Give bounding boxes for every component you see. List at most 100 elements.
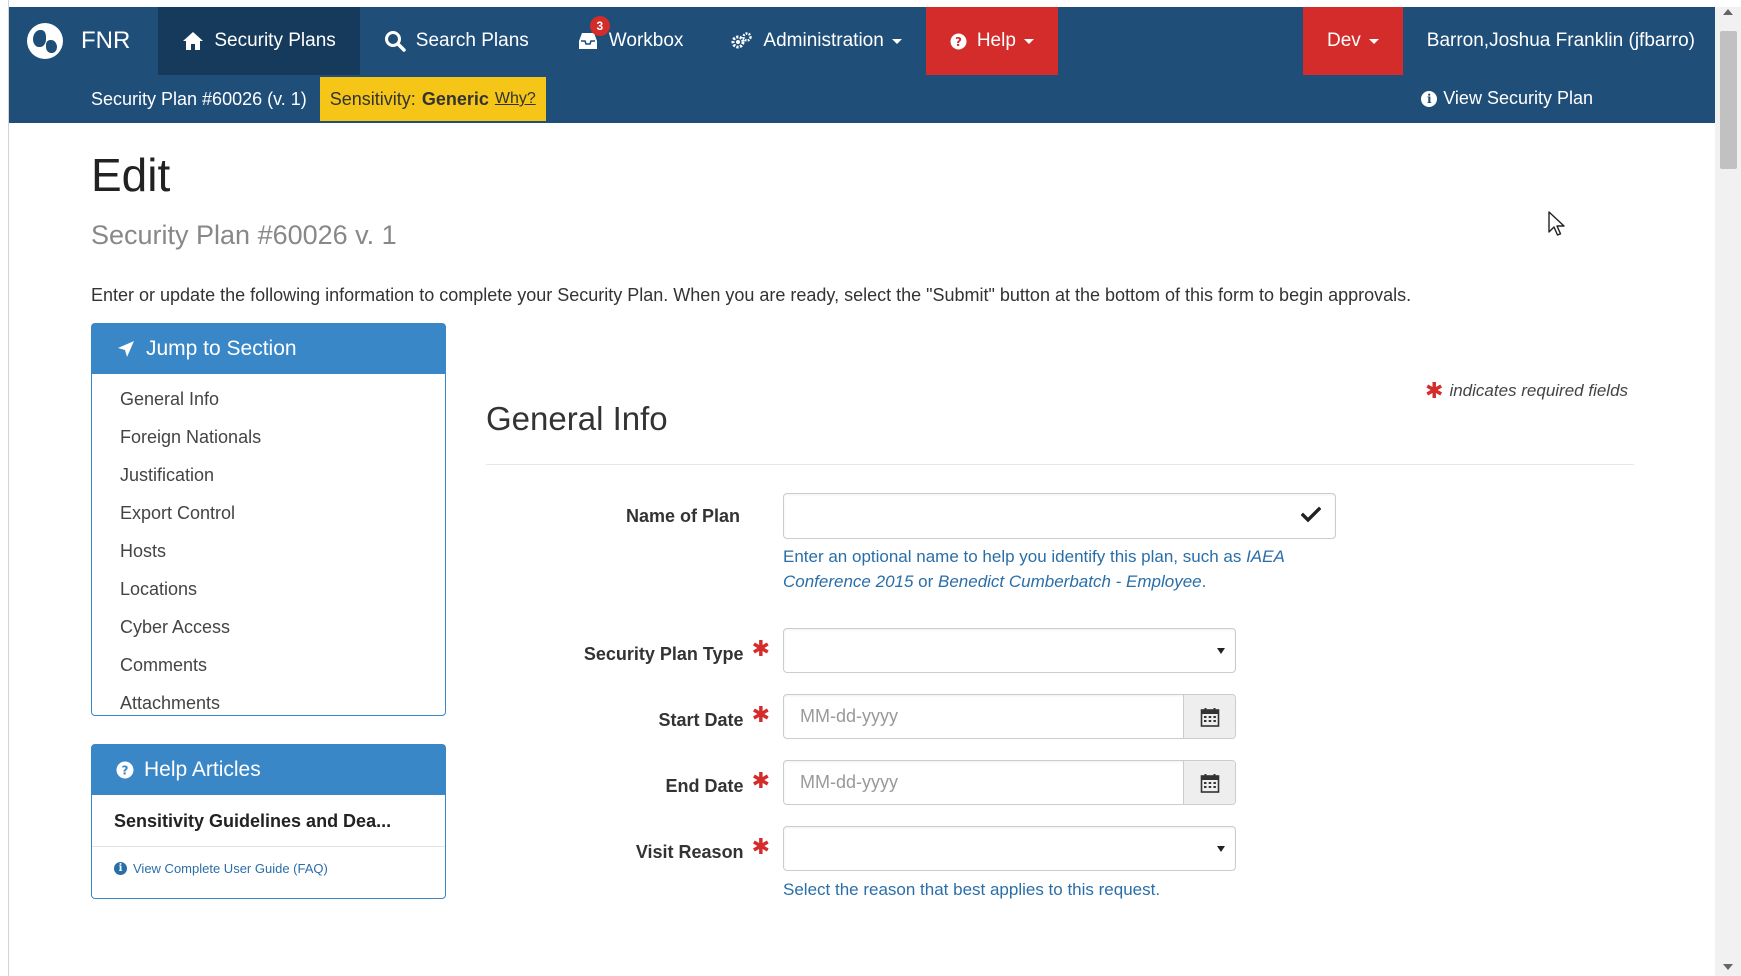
page-intro: Enter or update the following informatio… [91,285,1412,305]
nav-help[interactable]: ? Help [925,7,1058,75]
view-security-plan-label: View Security Plan [1443,88,1593,108]
start-date-label-text: Start Date [658,710,744,730]
name-hint-or: or [913,572,938,591]
nav-workbox-label: Workbox [608,30,684,51]
start-date-input[interactable] [784,695,1184,738]
section-link-justification[interactable]: Justification [92,456,445,494]
nav-security-plans[interactable]: Security Plans [158,7,360,75]
visit-reason-label: Visit Reason ✱ [550,834,770,864]
workbox-count-badge: 3 [589,16,610,36]
section-link-export-control[interactable]: Export Control [92,494,445,532]
required-asterisk-icon: ✱ [751,702,770,727]
nav-dev[interactable]: Dev [1302,7,1403,75]
required-asterisk-icon: ✱ [1425,378,1444,403]
section-link-hosts[interactable]: Hosts [92,532,445,570]
section-list: General Info Foreign Nationals Justifica… [92,374,445,722]
page-title: Edit [91,149,171,201]
sensitivity-why-link[interactable]: Why? [495,90,536,108]
nav-search-plans-label: Search Plans [415,30,529,51]
visit-reason-select[interactable] [783,826,1236,871]
section-title-general-info: General Info [486,400,668,437]
svg-text:?: ? [955,35,962,49]
dropdown-arrow-icon [1217,846,1225,852]
question-circle-icon: ? [950,33,967,50]
page-subtitle: Security Plan #60026 v. 1 [91,220,397,250]
chevron-down-icon [1368,38,1379,44]
name-hint-example-2: Benedict Cumberbatch - Employee [938,572,1202,591]
top-navbar: FNR Security Plans Search Plans 3 Workbo… [9,7,1715,75]
end-date-label-text: End Date [665,776,744,796]
visit-reason-label-text: Visit Reason [635,842,744,862]
start-date-field[interactable] [783,694,1236,739]
help-articles-title: Help Articles [144,758,261,781]
jump-to-section-panel: Jump to Section General Info Foreign Nat… [91,323,446,716]
nav-administration[interactable]: Administration [707,7,925,75]
sensitivity-banner: Sensitivity: Generic Why? [319,77,546,121]
scroll-down-arrow-icon[interactable] [1723,964,1733,970]
help-articles-panel: ? Help Articles Sensitivity Guidelines a… [91,744,446,899]
end-date-input[interactable] [784,761,1184,804]
sensitivity-label: Sensitivity: [329,88,416,109]
nav-search-plans[interactable]: Search Plans [360,7,553,75]
nav-workbox[interactable]: 3 Workbox [553,7,708,75]
section-link-general-info[interactable]: General Info [92,380,445,418]
gears-icon [731,31,753,51]
help-article-link[interactable]: Sensitivity Guidelines and Dea... [92,795,445,847]
name-of-plan-label-text: Name of Plan [625,506,740,526]
chevron-down-icon [1023,38,1034,44]
search-icon [384,30,406,52]
mouse-cursor-icon [1548,211,1565,236]
section-link-foreign-nationals[interactable]: Foreign Nationals [92,418,445,456]
window-top-edge [0,0,1741,7]
section-link-comments[interactable]: Comments [92,646,445,684]
scroll-up-arrow-icon[interactable] [1723,9,1733,15]
required-fields-note: ✱ indicates required fields [1425,378,1628,404]
jump-to-section-header: Jump to Section [92,324,445,374]
user-guide-faq-link[interactable]: i View Complete User Guide (FAQ) [92,847,445,890]
end-date-label: End Date ✱ [550,768,770,798]
user-guide-faq-label: View Complete User Guide (FAQ) [133,861,328,876]
info-circle-icon: i [114,862,127,875]
name-hint-end: . [1201,572,1207,591]
calendar-icon [1200,707,1219,727]
name-of-plan-hint: Enter an optional name to help you ident… [783,544,1343,594]
end-date-calendar-button[interactable] [1183,761,1235,804]
jump-to-section-title: Jump to Section [146,337,297,360]
chevron-down-icon [891,38,902,44]
calendar-icon [1200,773,1219,793]
name-hint-prefix: Enter an optional name to help you ident… [783,547,1247,566]
checkmark-icon [1300,506,1322,529]
name-of-plan-field[interactable] [783,493,1336,539]
nav-user[interactable]: Barron,Joshua Franklin (jfbarro) [1403,7,1715,75]
section-link-cyber-access[interactable]: Cyber Access [92,608,445,646]
nav-administration-label: Administration [763,30,884,51]
security-plan-type-label: Security Plan Type ✱ [500,636,770,666]
security-plan-type-select[interactable] [783,628,1236,673]
dropdown-arrow-icon [1217,648,1225,654]
nav-dev-label: Dev [1326,30,1361,51]
help-articles-header: ? Help Articles [92,745,445,795]
nav-security-plans-label: Security Plans [214,30,336,51]
required-fields-note-text: indicates required fields [1449,381,1629,400]
section-link-locations[interactable]: Locations [92,570,445,608]
required-asterisk-icon: ✱ [751,636,770,661]
question-circle-icon: ? [116,761,134,779]
name-of-plan-label: Name of Plan [560,506,740,527]
scroll-thumb[interactable] [1720,31,1737,169]
start-date-calendar-button[interactable] [1183,695,1235,738]
end-date-field[interactable] [783,760,1236,805]
brand[interactable]: FNR [9,7,158,75]
plan-identifier: Security Plan #60026 (v. 1) [91,88,307,109]
info-circle-icon: i [1421,90,1438,107]
svg-text:?: ? [122,764,129,778]
security-plan-type-label-text: Security Plan Type [583,644,744,664]
globe-icon [27,23,63,59]
plan-subbar: Security Plan #60026 (v. 1) Sensitivity:… [9,75,1715,123]
vertical-scrollbar[interactable] [1715,7,1741,976]
home-icon [182,31,204,51]
name-of-plan-input[interactable] [784,494,1335,538]
sensitivity-value: Generic [421,88,489,109]
view-security-plan-link[interactable]: i View Security Plan [1421,88,1593,109]
section-link-attachments[interactable]: Attachments [92,684,445,722]
